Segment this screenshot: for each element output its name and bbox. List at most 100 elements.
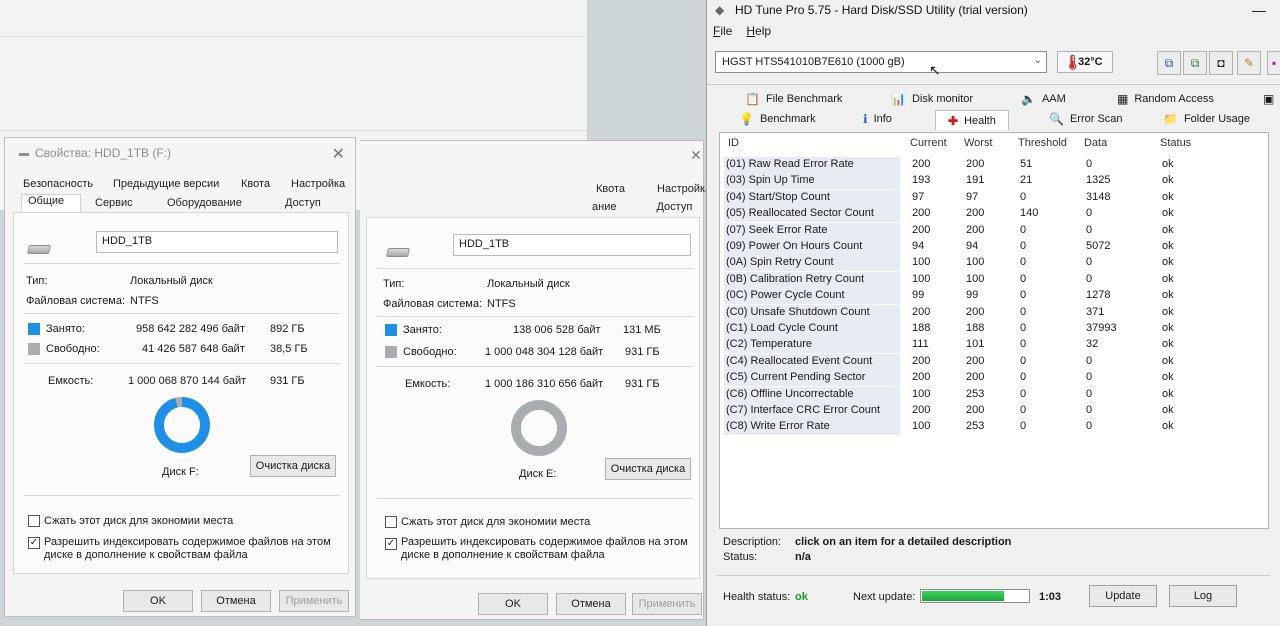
tab-folder-usage[interactable]: 📁 Folder Usage bbox=[1163, 112, 1250, 126]
col-id[interactable]: ID bbox=[728, 137, 739, 149]
tab-benchmark[interactable]: 💡 Benchmark bbox=[739, 112, 816, 126]
raw-data: 1278 bbox=[1086, 289, 1111, 302]
worst-value: 200 bbox=[966, 371, 985, 384]
tab-row-1: Квота Настройка bbox=[590, 183, 717, 195]
current-value: 200 bbox=[912, 305, 931, 318]
col-threshold[interactable]: Threshold bbox=[1018, 137, 1067, 149]
tab-health[interactable]: ✚ Health bbox=[935, 110, 1009, 130]
raw-data: 0 bbox=[1086, 371, 1093, 384]
chevron-down-icon[interactable]: ⌄ bbox=[1034, 55, 1042, 66]
current-value: 99 bbox=[912, 289, 925, 302]
tab-file-benchmark[interactable]: 📋 File Benchmark bbox=[745, 92, 842, 106]
folder-icon: 📁 bbox=[1163, 112, 1178, 126]
tab-error-scan[interactable]: 🔍 Error Scan bbox=[1049, 112, 1123, 126]
tab-sharing[interactable]: Доступ bbox=[279, 197, 339, 209]
worst-value: 200 bbox=[966, 207, 985, 220]
raw-data: 37993 bbox=[1086, 322, 1117, 334]
raw-data: 1325 bbox=[1086, 174, 1111, 187]
ok-button[interactable]: OK bbox=[478, 593, 548, 615]
log-button[interactable]: Log bbox=[1169, 585, 1237, 607]
tab-disk-monitor[interactable]: 📊 Disk monitor bbox=[891, 92, 973, 106]
info-icon: ℹ bbox=[863, 112, 868, 126]
attribute-status: ok bbox=[1162, 256, 1174, 269]
raw-data: 0 bbox=[1086, 354, 1093, 367]
threshold-value: 0 bbox=[1020, 404, 1027, 416]
extra-tests-icon[interactable]: ▣ bbox=[1263, 92, 1274, 106]
screenshot-icon[interactable]: ◘ bbox=[1209, 51, 1233, 75]
apply-button[interactable]: Применить bbox=[279, 590, 349, 612]
threshold-value: 0 bbox=[1020, 289, 1027, 302]
threshold-value: 0 bbox=[1020, 354, 1027, 367]
free-size: 931 ГБ bbox=[625, 346, 660, 358]
index-checkbox[interactable]: ✓ bbox=[385, 538, 397, 550]
menu-help[interactable]: Help bbox=[746, 24, 771, 38]
col-status[interactable]: Status bbox=[1160, 137, 1191, 149]
tab-row-2: 💡 Benchmark ℹ Info ✚ Health 🔍 Error Scan 📁 Fo… bbox=[707, 110, 1280, 130]
drive-select-value: HGST HTS541010B7E610 (1000 gB) bbox=[722, 56, 905, 68]
col-worst[interactable]: Worst bbox=[964, 137, 993, 149]
volume-name-input[interactable]: HDD_1TB bbox=[96, 231, 338, 253]
threshold-value: 0 bbox=[1020, 420, 1027, 433]
tab-hardware[interactable]: Оборудование bbox=[161, 197, 271, 209]
update-button[interactable]: Update bbox=[1089, 585, 1157, 607]
menu-file[interactable]: File bbox=[713, 24, 732, 38]
worst-value: 101 bbox=[966, 338, 985, 351]
tab-sharing[interactable]: Доступ bbox=[650, 201, 698, 213]
disk-cleanup-button[interactable]: Очистка диска bbox=[605, 458, 691, 480]
attribute-status: ok bbox=[1162, 387, 1174, 400]
divider bbox=[377, 366, 693, 367]
volume-name-input[interactable]: HDD_1TB bbox=[453, 234, 691, 256]
exit-icon[interactable]: ▪ bbox=[1267, 51, 1280, 75]
attribute-status: ok bbox=[1162, 289, 1174, 302]
tab-general[interactable]: Общие bbox=[21, 194, 81, 212]
used-size: 131 МБ bbox=[623, 324, 661, 336]
type-label: Тип: bbox=[26, 275, 48, 287]
col-data[interactable]: Data bbox=[1084, 137, 1107, 149]
cancel-button[interactable]: Отмена bbox=[556, 593, 626, 615]
tab-security[interactable]: Безопасность bbox=[17, 178, 103, 190]
tab-info[interactable]: ℹ Info bbox=[863, 112, 892, 126]
tab-hardware[interactable]: ание bbox=[586, 201, 622, 213]
raw-data: 3148 bbox=[1086, 190, 1111, 203]
raw-data: 0 bbox=[1086, 387, 1093, 400]
attribute-status: ok bbox=[1162, 207, 1174, 220]
disk-usage-ring bbox=[511, 400, 567, 456]
magnifier-icon: 🔍 bbox=[1049, 112, 1064, 126]
type-label: Тип: bbox=[383, 278, 405, 290]
worst-value: 100 bbox=[966, 272, 985, 285]
close-icon[interactable]: ✕ bbox=[332, 144, 345, 164]
fs-value: NTFS bbox=[487, 298, 516, 310]
worst-value: 100 bbox=[966, 256, 985, 269]
attribute-status: ok bbox=[1162, 322, 1174, 334]
compress-checkbox[interactable] bbox=[385, 516, 397, 528]
apply-button[interactable]: Применить bbox=[632, 593, 702, 615]
col-current[interactable]: Current bbox=[910, 137, 947, 149]
disk-cleanup-button[interactable]: Очистка диска bbox=[250, 455, 336, 477]
copy-info-icon[interactable]: ⧉ bbox=[1157, 51, 1181, 75]
tab-aam[interactable]: 🔈 AAM bbox=[1021, 92, 1066, 106]
drive-select[interactable]: HGST HTS541010B7E610 (1000 gB) ⌄ bbox=[715, 51, 1047, 73]
cancel-button[interactable]: Отмена bbox=[201, 590, 271, 612]
free-label: Свободно: bbox=[46, 343, 100, 355]
attribute-name: (C2) Temperature bbox=[726, 338, 812, 351]
threshold-value: 0 bbox=[1020, 256, 1027, 269]
tab-previous-versions[interactable]: Предыдущие версии bbox=[107, 178, 231, 190]
tab-random-access[interactable]: ▦ Random Access bbox=[1117, 92, 1214, 106]
attribute-name: (04) Start/Stop Count bbox=[726, 190, 830, 203]
tab-quota[interactable]: Квота bbox=[590, 183, 631, 195]
index-checkbox[interactable]: ✓ bbox=[28, 537, 40, 549]
attribute-status: ok bbox=[1162, 404, 1174, 416]
tab-tools[interactable]: Сервис bbox=[89, 197, 153, 209]
compress-checkbox[interactable] bbox=[28, 515, 40, 527]
options-icon[interactable]: ✎ bbox=[1237, 51, 1261, 75]
attribute-name: (C8) Write Error Rate bbox=[726, 420, 830, 433]
ok-button[interactable]: OK bbox=[123, 590, 193, 612]
tab-label: AAM bbox=[1041, 93, 1066, 105]
minimize-icon[interactable]: — bbox=[1252, 2, 1266, 18]
tab-customize[interactable]: Настройка bbox=[285, 178, 355, 190]
tab-quota[interactable]: Квота bbox=[235, 178, 281, 190]
compress-label: Сжать этот диск для экономии места bbox=[44, 515, 234, 527]
copy-all-icon[interactable]: ⧉ bbox=[1183, 51, 1207, 75]
close-icon[interactable]: ✕ bbox=[690, 147, 702, 164]
current-value: 200 bbox=[912, 207, 931, 220]
